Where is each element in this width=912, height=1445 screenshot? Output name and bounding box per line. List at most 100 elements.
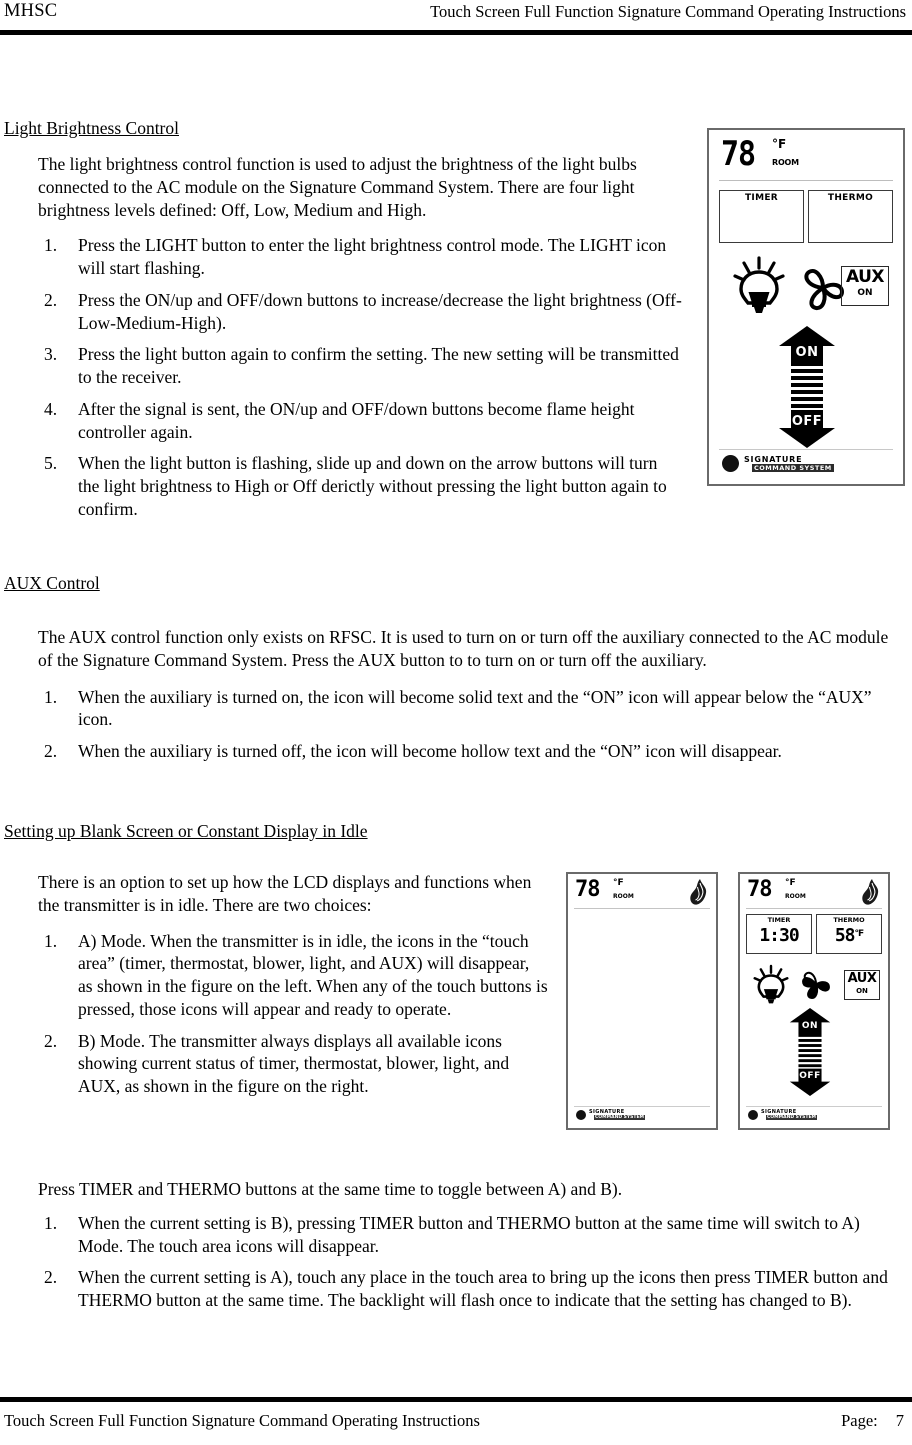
- list-item-text: When the current setting is B), pressing…: [78, 1212, 860, 1256]
- intro-paragraph: The AUX control function only exists on …: [38, 627, 889, 670]
- list-item-text: After the signal is sent, the ON/up and …: [78, 398, 635, 442]
- list-item-number: 2.: [44, 1267, 58, 1288]
- list-item-text: Press the light button again to confirm …: [78, 344, 679, 387]
- light-bulb-icon[interactable]: [731, 256, 787, 321]
- section-light-brightness-heading-wrap: Light Brightness Control: [4, 118, 179, 139]
- footer-rule: [0, 1397, 912, 1402]
- blank-screen-mode-list: 1. A) Mode. When the transmitter is in i…: [38, 930, 548, 1098]
- mode-a-screen: 78 °F ROOM SIGNATURE COMMAND SYSTEM: [572, 878, 712, 1124]
- list-item-text: Press the ON/up and OFF/down buttons to …: [78, 289, 682, 333]
- section-heading-aux-control: AUX Control: [4, 573, 100, 593]
- list-item-number: 3.: [44, 344, 58, 365]
- thermo-unit: °F: [854, 929, 865, 939]
- list-item-text: A) Mode. When the transmitter is in idle…: [78, 930, 548, 1019]
- room-temperature-value: 78: [747, 877, 772, 902]
- list-item: 2. When the auxiliary is turned off, the…: [38, 740, 900, 763]
- section-heading-blank-screen: Setting up Blank Screen or Constant Disp…: [4, 821, 368, 841]
- list-item-number: 5.: [44, 453, 58, 474]
- toggle-note: Press TIMER and THERMO buttons at the sa…: [38, 1179, 623, 1199]
- signature-dot-icon: [722, 455, 739, 472]
- timer-box[interactable]: TIMER: [719, 190, 804, 243]
- slider-on-label: ON: [795, 345, 819, 360]
- list-item: 3. Press the light button again to confi…: [38, 343, 683, 389]
- signature-logo: SIGNATURE COMMAND SYSTEM: [719, 449, 893, 476]
- lcd-divider: [574, 908, 710, 909]
- signature-brand-tagline: COMMAND SYSTEM: [594, 1115, 645, 1120]
- timer-label: TIMER: [767, 916, 791, 924]
- temperature-source-label: ROOM: [785, 893, 806, 900]
- list-item: 1. A) Mode. When the transmitter is in i…: [38, 930, 548, 1021]
- list-item-number: 4.: [44, 398, 58, 419]
- page-title: Light Brightness Control: [4, 118, 179, 138]
- list-item-text: When the current setting is A), touch an…: [78, 1267, 888, 1310]
- thermo-value: 58: [834, 925, 856, 946]
- flame-icon: [689, 879, 709, 910]
- lcd-divider: [746, 908, 882, 909]
- flame-icon: [861, 879, 881, 910]
- footer-page-indicator: Page: 7: [841, 1411, 904, 1431]
- timer-label: TIMER: [744, 193, 779, 203]
- touch-icon-row: AUX ON: [746, 962, 882, 1008]
- list-item-number: 1.: [44, 930, 58, 951]
- room-temperature-value: 78: [575, 877, 600, 902]
- signature-logo: SIGNATURE COMMAND SYSTEM: [746, 1106, 882, 1123]
- thermo-box[interactable]: THERMO 58°F: [816, 914, 882, 954]
- temperature-source-label: ROOM: [613, 893, 634, 900]
- intro-paragraph: The light brightness control function is…: [38, 154, 637, 220]
- list-item: 1. When the current setting is B), press…: [38, 1212, 900, 1258]
- document-page: MHSC Touch Screen Full Function Signatur…: [0, 0, 912, 1445]
- list-item: 4. After the signal is sent, the ON/up a…: [38, 398, 683, 444]
- list-item-text: When the auxiliary is turned on, the ico…: [78, 686, 872, 730]
- header-company-name: MHSC: [4, 1, 58, 21]
- thermo-box[interactable]: THERMO: [808, 190, 893, 243]
- list-item: 1. Press the LIGHT button to enter the l…: [38, 234, 683, 280]
- lcd-divider: [719, 180, 893, 181]
- signature-brand-tagline: COMMAND SYSTEM: [752, 464, 834, 472]
- blower-fan-icon[interactable]: [798, 968, 834, 1007]
- temperature-unit-label: °F: [613, 878, 624, 888]
- light-brightness-steps: 1. Press the LIGHT button to enter the l…: [38, 234, 683, 520]
- thermo-label: THERMO: [827, 193, 874, 203]
- aux-button[interactable]: AUX ON: [844, 970, 880, 1000]
- list-item-number: 2.: [44, 289, 58, 310]
- section-light-brightness-body: The light brightness control function is…: [38, 153, 683, 530]
- thermo-value-wrap: 58°F: [817, 925, 881, 946]
- aux-label: AUX: [845, 267, 885, 287]
- list-item-text: B) Mode. The transmitter always displays…: [78, 1030, 510, 1097]
- aux-button[interactable]: AUX ON: [841, 266, 889, 306]
- section-aux-control-heading-wrap: AUX Control: [4, 573, 100, 594]
- page-header: MHSC Touch Screen Full Function Signatur…: [0, 0, 912, 40]
- signature-dot-icon: [576, 1110, 586, 1120]
- timer-box[interactable]: TIMER 1:30: [746, 914, 812, 954]
- touch-icon-row: AUX ON: [719, 256, 893, 318]
- aux-status-indicator: ON: [857, 288, 873, 298]
- list-item: 2. When the current setting is A), touch…: [38, 1266, 900, 1312]
- aux-status-indicator: ON: [856, 987, 868, 995]
- temperature-source-label: ROOM: [772, 158, 799, 167]
- list-item-number: 1.: [44, 1212, 58, 1233]
- list-item: 1. When the auxiliary is turned on, the …: [38, 686, 900, 732]
- list-item: 2. Press the ON/up and OFF/down buttons …: [38, 289, 683, 335]
- page-label: Page:: [841, 1411, 878, 1430]
- header-document-title: Touch Screen Full Function Signature Com…: [430, 2, 906, 21]
- section-blank-screen-heading-wrap: Setting up Blank Screen or Constant Disp…: [4, 821, 368, 842]
- figure-mode-b-constant-display: 78 °F ROOM TIMER 1:30 THERMO 58°F AUX ON…: [738, 872, 890, 1130]
- list-item-text: When the light button is flashing, slide…: [78, 453, 667, 519]
- signature-logo: SIGNATURE COMMAND SYSTEM: [574, 1106, 710, 1123]
- signature-brand-name: SIGNATURE: [744, 455, 803, 464]
- slider-on-label: ON: [801, 1021, 819, 1031]
- lcd-mode-boxes: TIMER THERMO: [719, 190, 893, 243]
- figure-mode-a-blank-screen: 78 °F ROOM SIGNATURE COMMAND SYSTEM: [566, 872, 718, 1130]
- section-aux-control-body: The AUX control function only exists on …: [38, 626, 900, 772]
- footer-document-title: Touch Screen Full Function Signature Com…: [4, 1411, 480, 1430]
- slider-off-label: OFF: [799, 1071, 821, 1081]
- figure-idle-modes: 78 °F ROOM SIGNATURE COMMAND SYSTEM 78 °…: [562, 872, 902, 1137]
- list-item-number: 2.: [44, 1030, 58, 1051]
- figure-transmitter-main: 78 °F ROOM TIMER THERMO AUX ON ON OFF SI…: [707, 128, 905, 486]
- timer-value: 1:30: [759, 925, 799, 946]
- light-bulb-icon[interactable]: [752, 964, 790, 1011]
- signature-dot-icon: [748, 1110, 758, 1120]
- blank-screen-toggle-list: 1. When the current setting is B), press…: [38, 1212, 900, 1312]
- mode-b-screen: 78 °F ROOM TIMER 1:30 THERMO 58°F AUX ON…: [744, 878, 884, 1124]
- temperature-unit-label: °F: [785, 878, 796, 888]
